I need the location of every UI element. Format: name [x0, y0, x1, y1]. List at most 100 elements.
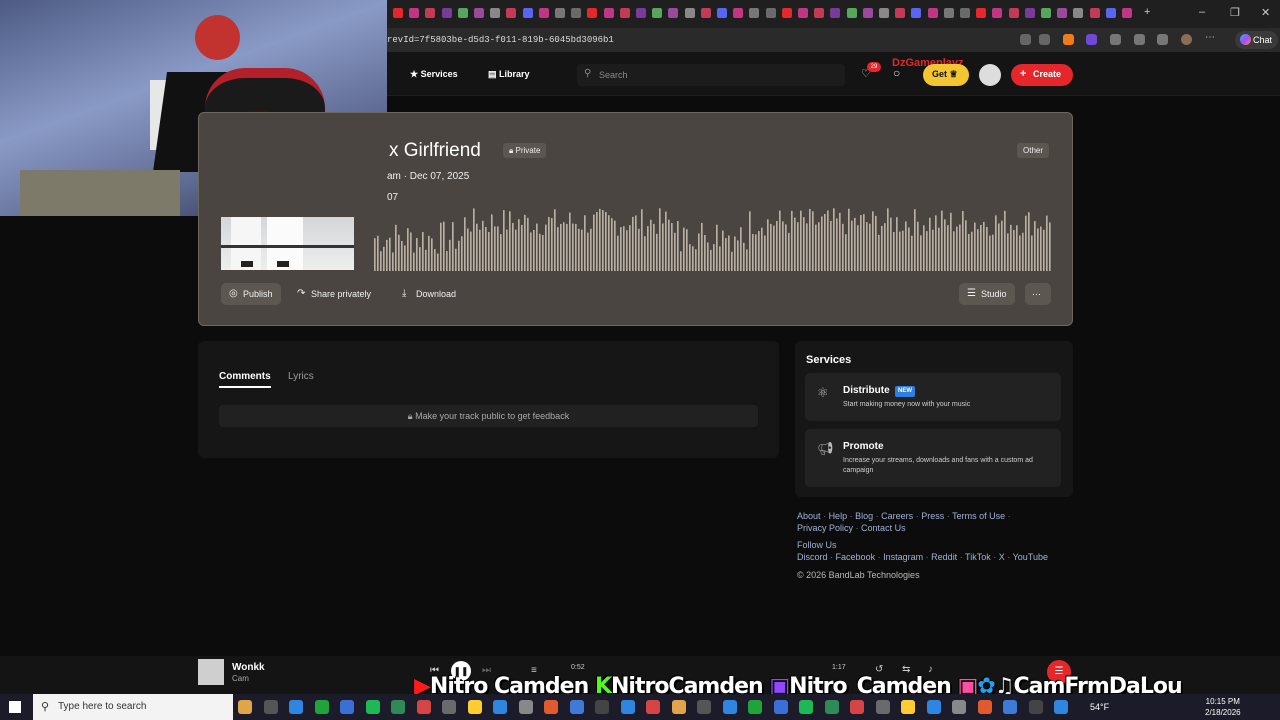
footer-social-facebook[interactable]: Facebook [836, 552, 876, 562]
tab-comments[interactable]: Comments [219, 371, 271, 388]
taskbar-app-icon[interactable] [952, 700, 966, 714]
footer-social-x[interactable]: X [999, 552, 1005, 562]
favorites-icon[interactable] [1157, 34, 1168, 45]
taskbar-app-icon[interactable] [518, 700, 533, 714]
player-track-name[interactable]: Wonkk [232, 662, 265, 673]
create-button[interactable]: + Create [1011, 64, 1073, 86]
footer-social-discord[interactable]: Discord [797, 552, 828, 562]
footer-link-help[interactable]: Help [829, 511, 848, 521]
taskbar-app-icon[interactable] [722, 700, 737, 714]
close-icon[interactable]: ✕ [1261, 6, 1270, 19]
taskbar-app-icon[interactable] [697, 700, 711, 714]
taskbar-app-icon[interactable] [1003, 700, 1017, 714]
browser-tab-icon[interactable] [879, 8, 889, 18]
taskbar-app-icon[interactable] [671, 700, 686, 714]
browser-tab-icon[interactable] [814, 8, 825, 18]
browser-tab-icon[interactable] [927, 8, 938, 18]
taskbar-app-icon[interactable] [493, 700, 507, 714]
browser-tab-icon[interactable] [1073, 8, 1084, 18]
browser-tab-icon[interactable] [960, 8, 970, 18]
maximize-icon[interactable]: ❐ [1230, 6, 1240, 19]
taskbar-app-icon[interactable] [875, 700, 890, 714]
browser-tab-icon[interactable] [700, 8, 711, 18]
browser-tab-icon[interactable] [619, 8, 630, 18]
browser-tab-icon[interactable] [490, 8, 501, 18]
url-text[interactable]: revId=7f5803be-d5d3-f011-819b-6045bd3096… [387, 35, 614, 45]
taskbar-app-icon[interactable] [314, 700, 329, 714]
browser-tab-icon[interactable] [1105, 8, 1116, 18]
bookmark-star-icon[interactable] [1039, 34, 1050, 45]
browser-tab-icon[interactable] [587, 8, 598, 18]
footer-link-terms[interactable]: Terms of Use [952, 511, 1005, 521]
more-menu-icon[interactable]: ⋯ [1205, 33, 1216, 45]
browser-tab-icon[interactable] [1122, 8, 1132, 18]
footer-social-tiktok[interactable]: TikTok [965, 552, 991, 562]
taskbar-app-icon[interactable] [263, 700, 278, 714]
taskbar-app-icon[interactable] [467, 700, 482, 714]
browser-tab-icon[interactable] [652, 8, 663, 18]
profile-avatar-icon[interactable] [1181, 34, 1192, 45]
nav-library[interactable]: ▤ Library [488, 69, 530, 80]
taskbar-app-icon[interactable] [824, 700, 839, 714]
twitch-extension-icon[interactable] [1086, 34, 1097, 45]
player-artist[interactable]: Cam [232, 674, 249, 683]
extension-icon[interactable] [1063, 34, 1074, 45]
browser-tab-icon[interactable] [506, 8, 517, 18]
service-promote[interactable]: 📢︎ Promote Increase your streams, downlo… [805, 429, 1061, 487]
browser-tab-icon[interactable] [457, 8, 468, 18]
taskbar-clock[interactable]: 10:15 PM 2/18/2026 [1205, 696, 1241, 718]
search-input[interactable]: ⚲ Search [577, 64, 845, 86]
taskbar-app-icon[interactable] [238, 700, 252, 714]
browser-tab-icon[interactable] [911, 8, 922, 18]
browser-tab-icon[interactable] [781, 8, 792, 18]
taskbar-search[interactable]: ⚲ Type here to search [33, 694, 233, 720]
taskbar-app-icon[interactable] [595, 700, 609, 714]
browser-tab-icon[interactable] [668, 8, 679, 18]
browser-tab-icon[interactable] [538, 8, 549, 18]
publish-button[interactable]: ◎ Publish [221, 283, 281, 305]
browser-tab-icon[interactable] [717, 8, 727, 18]
browser-tab-icon[interactable] [846, 8, 857, 18]
more-options-button[interactable]: ⋯ [1025, 283, 1051, 305]
browser-tab-icon[interactable] [684, 8, 695, 18]
browser-tab-icon[interactable] [522, 8, 533, 18]
browser-tab-icon[interactable] [441, 8, 452, 18]
browser-tab-icon[interactable] [895, 8, 906, 18]
browser-tab-icon[interactable] [798, 8, 808, 18]
footer-link-blog[interactable]: Blog [855, 511, 873, 521]
footer-link-privacy[interactable]: Privacy Policy [797, 523, 853, 533]
taskbar-app-icon[interactable] [365, 700, 380, 714]
browser-tab-icon[interactable] [1041, 8, 1051, 18]
browser-tab-icon[interactable] [830, 8, 841, 18]
taskbar-app-icon[interactable] [1028, 700, 1043, 714]
browser-tab-icon[interactable] [425, 8, 436, 18]
browser-tab-icon[interactable] [393, 8, 403, 18]
browser-tab-icon[interactable] [765, 8, 776, 18]
browser-tab-icon[interactable] [976, 8, 987, 18]
footer-link-press[interactable]: Press [921, 511, 944, 521]
taskbar-app-icon[interactable] [442, 700, 456, 714]
footer-link-careers[interactable]: Careers [881, 511, 913, 521]
taskbar-app-icon[interactable] [620, 700, 635, 714]
taskbar-app-icon[interactable] [544, 700, 558, 714]
browser-tab-icon[interactable] [1089, 8, 1100, 18]
browser-tab-icon[interactable] [1024, 8, 1035, 18]
browser-tab-icon[interactable] [555, 8, 565, 18]
player-artwork[interactable] [198, 659, 224, 685]
browser-tab-icon[interactable] [474, 8, 484, 18]
taskbar-app-icon[interactable] [926, 700, 941, 714]
taskbar-app-icon[interactable] [850, 700, 864, 714]
browser-tab-icon[interactable] [636, 8, 646, 18]
footer-social-youtube[interactable]: YouTube [1013, 552, 1048, 562]
taskbar-app-icon[interactable] [416, 700, 431, 714]
minimize-icon[interactable]: – [1199, 6, 1205, 18]
studio-button[interactable]: ☰ Studio [959, 283, 1015, 305]
taskbar-app-icon[interactable] [977, 700, 992, 714]
user-avatar[interactable] [979, 64, 1001, 86]
waveform[interactable] [374, 208, 1052, 271]
service-distribute[interactable]: ⚛ Distribute NEW Start making money now … [805, 373, 1061, 421]
taskbar-app-icon[interactable] [646, 700, 660, 714]
taskbar-app-icon[interactable] [340, 700, 354, 714]
browser-tab-icon[interactable] [603, 8, 614, 18]
browser-addressbar[interactable]: revId=7f5803be-d5d3-f011-819b-6045bd3096… [387, 28, 1280, 52]
